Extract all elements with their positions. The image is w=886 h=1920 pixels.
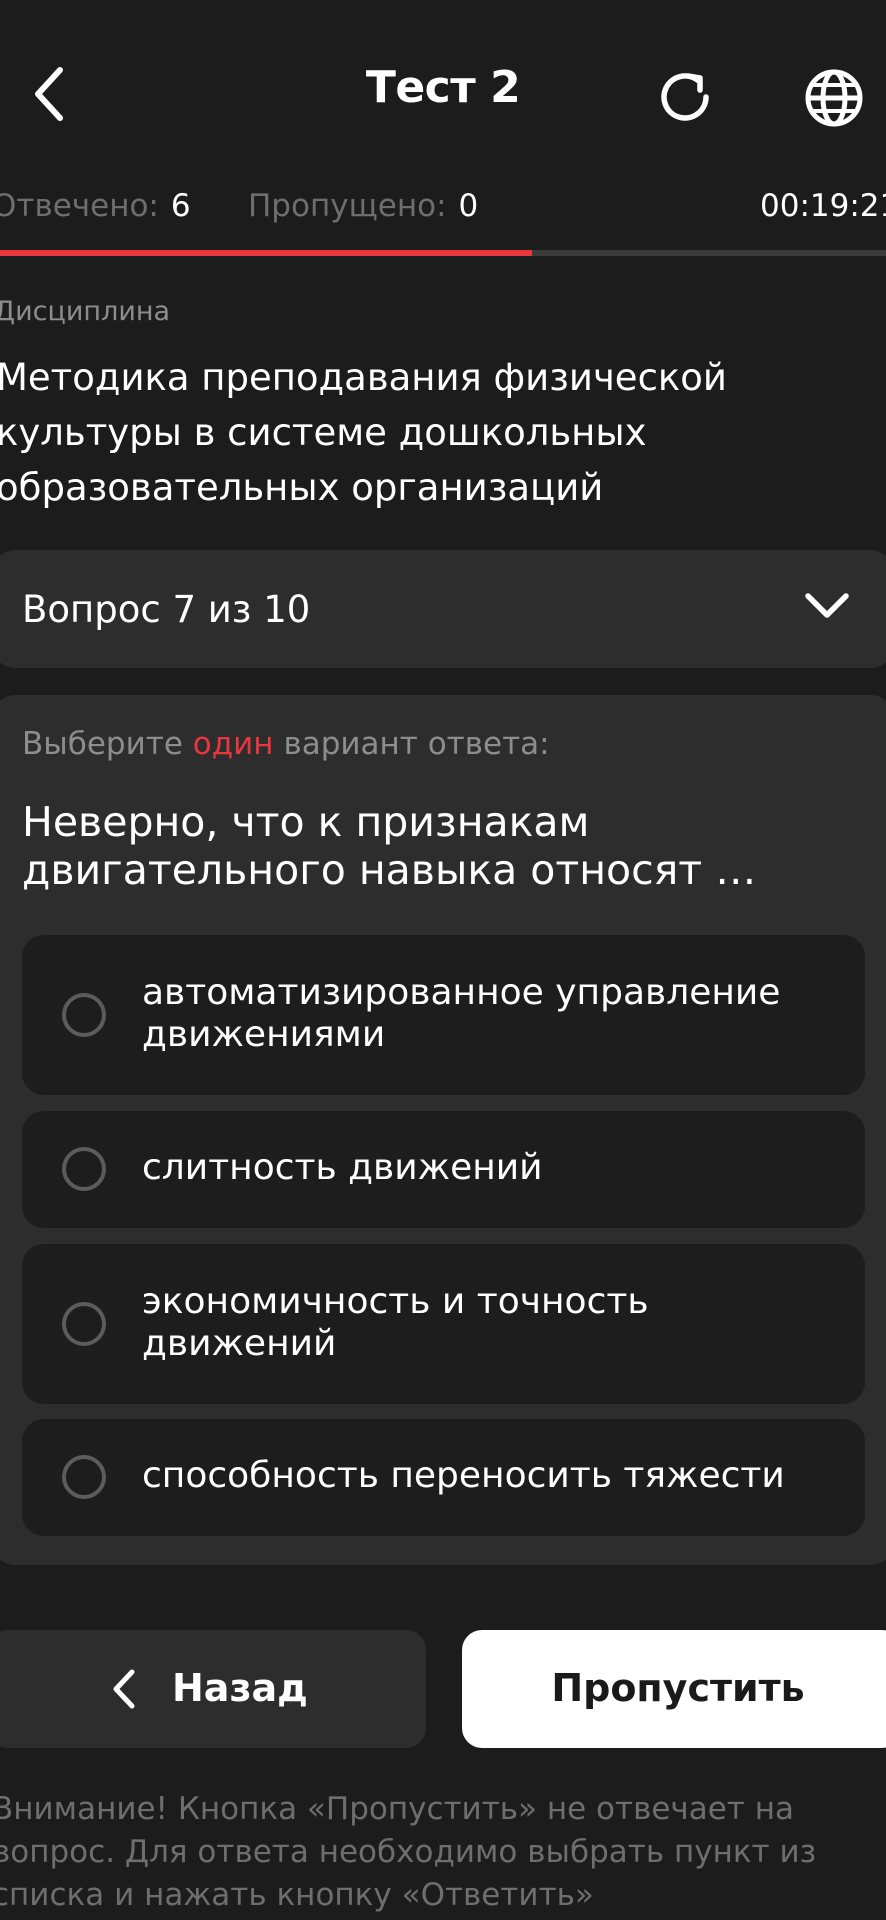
skip-button[interactable]: Пропустить xyxy=(462,1630,886,1748)
globe-icon xyxy=(805,69,863,127)
answer-option[interactable]: способность переносить тяжести xyxy=(22,1419,865,1536)
skip-button-label: Пропустить xyxy=(551,1666,805,1710)
answer-instruction: Выберите один вариант ответа: xyxy=(22,726,550,762)
answer-option[interactable]: слитность движений xyxy=(22,1111,865,1228)
answered-label: Отвечено: xyxy=(0,188,159,224)
answer-option-text: способность переносить тяжести xyxy=(142,1455,785,1496)
answer-option[interactable]: экономичность и точность движений xyxy=(22,1244,865,1404)
instruction-accent: один xyxy=(192,726,274,762)
radio-button[interactable] xyxy=(62,993,106,1037)
radio-button[interactable] xyxy=(62,1302,106,1346)
question-selector-label: Вопрос 7 из 10 xyxy=(22,588,311,631)
discipline-name: Методика преподавания физической культур… xyxy=(0,356,727,509)
page-title: Тест 2 xyxy=(365,62,521,113)
answered-count: Отвечено: 6 xyxy=(0,188,191,224)
language-button[interactable] xyxy=(798,62,870,134)
progress-fill xyxy=(0,250,532,256)
instruction-suffix: вариант ответа: xyxy=(283,726,550,762)
radio-button[interactable] xyxy=(62,1455,106,1499)
answer-option-text: автоматизированное управление движениями xyxy=(142,972,781,1055)
answer-option-text: слитность движений xyxy=(142,1147,543,1188)
refresh-button[interactable] xyxy=(650,62,720,132)
refresh-icon xyxy=(661,73,709,121)
radio-button[interactable] xyxy=(62,1147,106,1191)
progress-bar xyxy=(0,250,886,256)
instruction-prefix: Выберите xyxy=(22,726,183,762)
skipped-label: Пропущено: xyxy=(248,188,447,224)
skip-warning: Внимание! Кнопка «Пропустить» не отвечае… xyxy=(0,1791,817,1913)
answer-option-text: экономичность и точность движений xyxy=(142,1281,649,1364)
chevron-down-icon xyxy=(805,593,849,618)
back-nav-label: Назад xyxy=(172,1666,308,1710)
timer: 00:19:21 xyxy=(760,188,886,224)
skipped-count: Пропущено: 0 xyxy=(248,188,478,224)
chevron-left-icon xyxy=(113,1669,135,1709)
discipline-label: Дисциплина xyxy=(0,296,171,327)
skipped-value: 0 xyxy=(458,188,479,224)
question-text: Неверно, что к признакам двигательного н… xyxy=(22,798,757,894)
answered-value: 6 xyxy=(170,188,191,224)
question-selector[interactable]: Вопрос 7 из 10 xyxy=(0,550,886,668)
back-nav-button[interactable]: Назад xyxy=(0,1630,426,1748)
answer-option[interactable]: автоматизированное управление движениями xyxy=(22,935,865,1095)
